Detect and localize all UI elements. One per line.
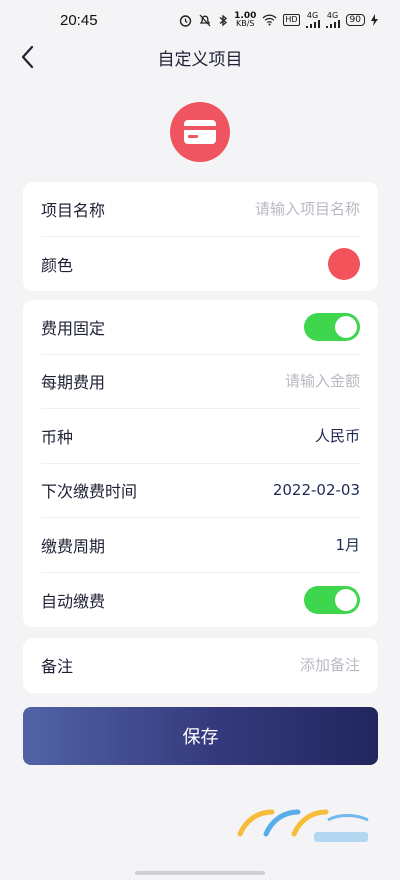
save-button[interactable]: 保存 [23,707,378,765]
status-icons: 1.00 KB/S HD 4G 4G 90 [179,12,378,28]
fixed-fee-row: 费用固定 [41,300,360,355]
wifi-icon [262,14,277,26]
next-payment-value[interactable]: 2022-02-03 [273,481,360,499]
network-speed: 1.00 KB/S [234,12,256,28]
color-row[interactable]: 颜色 [41,237,360,292]
toggle-knob [335,588,357,611]
card-icon [184,120,216,144]
signal-1: 4G [305,11,320,28]
period-fee-input[interactable] [190,372,360,391]
period-fee-row: 每期费用 [41,355,360,409]
chevron-left-icon[interactable] [16,44,42,70]
next-payment-row[interactable]: 下次缴费时间 2022-02-03 [41,464,360,518]
color-label: 颜色 [41,255,74,275]
signal-2: 4G [325,11,340,28]
network-speed-unit: KB/S [235,19,255,28]
charging-icon [371,14,378,26]
signal-bars-icon [325,20,340,28]
project-name-label: 项目名称 [41,200,106,220]
battery-level: 90 [345,14,365,26]
signal-2-label: 4G [326,11,339,20]
notes-label: 备注 [41,657,74,677]
bluetooth-icon [218,14,228,27]
currency-value[interactable]: 人民币 [315,425,360,446]
currency-label: 币种 [41,427,74,447]
auto-pay-label: 自动缴费 [41,591,106,611]
notes-input[interactable] [190,656,360,675]
header: 自定义项目 [0,40,400,74]
payment-cycle-row[interactable]: 缴费周期 1月 [41,518,360,573]
signal-bars-icon [305,20,320,28]
auto-pay-toggle[interactable] [304,585,360,614]
category-icon[interactable] [170,102,230,162]
project-name-row: 项目名称 [41,182,360,237]
status-time: 20:45 [60,11,98,29]
period-fee-label: 每期费用 [41,373,106,393]
watermark-logo [237,809,369,842]
payment-cycle-value[interactable]: 1月 [335,534,360,555]
signal-1-label: 4G [306,11,319,20]
currency-row[interactable]: 币种 人民币 [41,409,360,464]
page-title: 自定义项目 [157,49,243,70]
status-bar: 20:45 1.00 KB/S HD 4G 4G 90 [0,0,400,40]
alarm-icon [179,14,192,27]
payment-cycle-label: 缴费周期 [41,536,106,556]
fee-settings-card: 费用固定 每期费用 币种 人民币 下次缴费时间 2022-02-03 缴费周期 … [23,300,378,627]
project-name-input[interactable] [190,199,360,218]
auto-pay-row: 自动缴费 [41,573,360,628]
next-payment-label: 下次缴费时间 [41,482,138,502]
toggle-knob [335,315,357,338]
fixed-fee-toggle[interactable] [304,312,360,341]
mute-icon [198,14,212,27]
hd-badge: HD [283,14,300,26]
notes-card: 备注 [23,638,378,693]
home-indicator [135,871,265,875]
fixed-fee-label: 费用固定 [41,318,106,338]
notes-row: 备注 [41,638,360,693]
basic-info-card: 项目名称 颜色 [23,182,378,291]
color-swatch[interactable] [328,247,360,280]
